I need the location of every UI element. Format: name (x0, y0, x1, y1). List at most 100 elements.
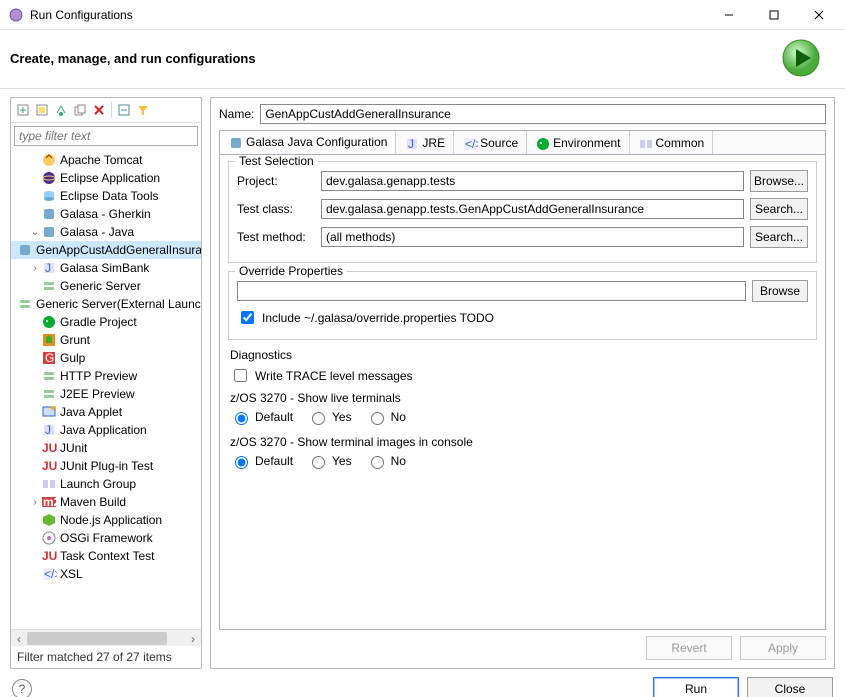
tree-item[interactable]: </>XSL (11, 565, 201, 583)
tree-item[interactable]: Galasa - Gherkin (11, 205, 201, 223)
tree-item-label: JUnit (60, 441, 87, 455)
tree-item[interactable]: Java Applet (11, 403, 201, 421)
project-input[interactable] (321, 171, 744, 191)
apply-button[interactable]: Apply (740, 636, 826, 660)
tree-item[interactable]: Grunt (11, 331, 201, 349)
config-tree[interactable]: Apache Tomcat Eclipse ApplicationEclipse … (11, 149, 201, 629)
new-config-button[interactable] (14, 101, 32, 119)
live-terminals-radio[interactable] (235, 412, 248, 425)
testmethod-search-button[interactable]: Search... (750, 226, 808, 248)
tab-common[interactable]: Common (630, 131, 714, 154)
java-icon: J (404, 136, 418, 150)
testmethod-input[interactable] (321, 227, 744, 247)
scroll-thumb[interactable] (27, 632, 167, 645)
maximize-button[interactable] (751, 1, 796, 29)
console-images-radio[interactable] (235, 456, 248, 469)
test-selection-legend: Test Selection (235, 154, 318, 168)
tree-item[interactable]: Gradle Project (11, 313, 201, 331)
java-icon: J (41, 260, 57, 276)
trace-label: Write TRACE level messages (255, 369, 413, 383)
tree-item[interactable]: ›JGalasa SimBank (11, 259, 201, 277)
tree-item[interactable]: OSGi Framework (11, 529, 201, 547)
override-input[interactable] (237, 281, 746, 301)
testclass-input[interactable] (321, 199, 744, 219)
svg-text:JU: JU (42, 441, 57, 455)
new-proto-button[interactable] (33, 101, 51, 119)
eclipse-icon (41, 170, 57, 186)
delete-button[interactable] (90, 101, 108, 119)
console-images-radio[interactable] (371, 456, 384, 469)
filter-input[interactable] (14, 126, 198, 146)
testclass-search-button[interactable]: Search... (750, 198, 808, 220)
tree-item[interactable]: JUJUnit Plug-in Test (11, 457, 201, 475)
name-input[interactable] (260, 104, 826, 124)
console-images-option[interactable]: Yes (307, 453, 352, 469)
override-group: Override Properties Browse Include ~/.ga… (228, 271, 817, 340)
trace-checkbox[interactable] (234, 369, 247, 382)
tree-item[interactable]: Apache Tomcat (11, 151, 201, 169)
app-icon (8, 7, 24, 23)
duplicate-button[interactable] (71, 101, 89, 119)
filter-button[interactable] (134, 101, 152, 119)
tree-item[interactable]: JUTask Context Test (11, 547, 201, 565)
run-button[interactable]: Run (653, 677, 739, 697)
tab-label: Galasa Java Configuration (246, 135, 387, 149)
window-title: Run Configurations (30, 8, 706, 22)
diagnostics-group: Diagnostics Write TRACE level messages z… (228, 348, 817, 469)
export-button[interactable] (52, 101, 70, 119)
svg-text:J: J (45, 423, 51, 437)
live-terminals-radio[interactable] (371, 412, 384, 425)
tab-label: Common (656, 136, 705, 150)
tree-item[interactable]: Eclipse Data Tools (11, 187, 201, 205)
project-browse-button[interactable]: Browse... (750, 170, 808, 192)
live-terminals-option[interactable]: Default (230, 409, 293, 425)
tree-item[interactable]: GGulp (11, 349, 201, 367)
tree-item[interactable]: JJava Application (11, 421, 201, 439)
close-dialog-button[interactable]: Close (747, 677, 833, 697)
tree-item-label: HTTP Preview (60, 369, 137, 383)
dialog-footer: ? Run Close (0, 669, 845, 697)
override-browse-button[interactable]: Browse (752, 280, 808, 302)
tree-item[interactable]: Launch Group (11, 475, 201, 493)
revert-button[interactable]: Revert (646, 636, 732, 660)
tree-item-label: Grunt (60, 333, 90, 347)
tab-source[interactable]: </>Source (454, 131, 527, 154)
tree-item[interactable]: Generic Server(External Launch) (11, 295, 201, 313)
expand-arrow-icon[interactable]: › (29, 263, 41, 274)
tree-item[interactable]: J2EE Preview (11, 385, 201, 403)
tree-item[interactable]: Node.js Application (11, 511, 201, 529)
console-images-option[interactable]: Default (230, 453, 293, 469)
help-icon[interactable]: ? (12, 679, 32, 697)
minimize-button[interactable] (706, 1, 751, 29)
tree-item-label: Galasa SimBank (60, 261, 149, 275)
tree-item-label: Task Context Test (60, 549, 155, 563)
tree-hscrollbar[interactable]: ‹ › (11, 629, 201, 646)
live-terminals-radio[interactable] (312, 412, 325, 425)
live-terminals-option[interactable]: No (366, 409, 406, 425)
expand-arrow-icon[interactable]: ⌄ (29, 227, 41, 238)
tree-item[interactable]: HTTP Preview (11, 367, 201, 385)
expand-arrow-icon[interactable]: › (29, 497, 41, 508)
tree-item[interactable]: Eclipse Application (11, 169, 201, 187)
console-images-option[interactable]: No (366, 453, 406, 469)
collapse-all-button[interactable] (115, 101, 133, 119)
close-button[interactable] (796, 1, 841, 29)
tree-item[interactable]: ›m2Maven Build (11, 493, 201, 511)
tree-item-label: OSGi Framework (60, 531, 153, 545)
live-terminals-option[interactable]: Yes (307, 409, 352, 425)
tree-item[interactable]: Generic Server (11, 277, 201, 295)
console-images-radio[interactable] (312, 456, 325, 469)
scroll-right-icon[interactable]: › (185, 630, 201, 647)
tree-item-label: XSL (60, 567, 83, 581)
tab-jre[interactable]: JJRE (396, 131, 454, 154)
scroll-left-icon[interactable]: ‹ (11, 630, 27, 647)
tree-item-label: Apache Tomcat (60, 153, 143, 167)
tab-galasa-java-configuration[interactable]: Galasa Java Configuration (220, 131, 396, 155)
tree-item[interactable]: GenAppCustAddGeneralInsurance (11, 241, 201, 259)
override-legend: Override Properties (235, 264, 347, 278)
tree-item[interactable]: JUJUnit (11, 439, 201, 457)
tab-environment[interactable]: Environment (527, 131, 629, 154)
include-override-checkbox[interactable] (241, 311, 254, 324)
tree-item[interactable]: ⌄Galasa - Java (11, 223, 201, 241)
filter-row (14, 126, 198, 146)
